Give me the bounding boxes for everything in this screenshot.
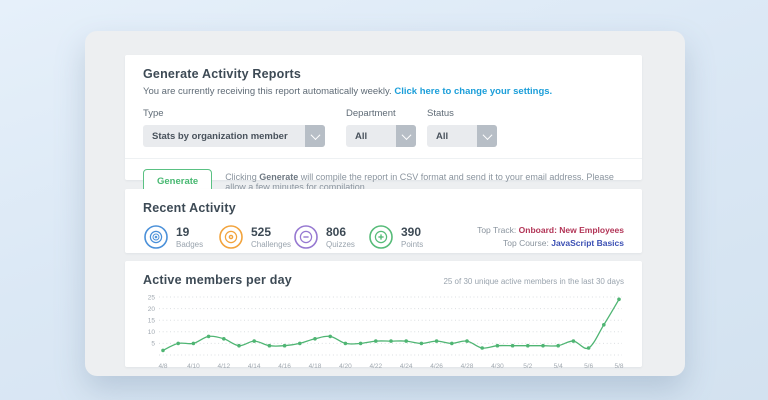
department-select[interactable]: All [346, 125, 416, 147]
type-label: Type [143, 108, 325, 119]
top-track-link[interactable]: Onboard: New Employees [519, 225, 624, 235]
report-card: Generate Activity Reports You are curren… [85, 31, 685, 376]
report-subtitle: You are currently receiving this report … [143, 86, 624, 97]
type-select-value: Stats by organization member [152, 131, 288, 142]
chart-annotation: 25 of 30 unique active members in the la… [443, 277, 624, 286]
top-track-row: Top Track: Onboard: New Employees [477, 224, 624, 237]
activity-chart: 5 10 15 20 25 4/8 4/10 4/12 4/14 4/16 4/18 4/20 4/22… [139, 291, 626, 373]
challenge-icon [218, 224, 244, 250]
stat-quizzes: 806 Quizzes [293, 224, 368, 250]
svg-text:5/8: 5/8 [614, 363, 623, 370]
badges-label: Badges [176, 240, 203, 249]
status-select-value: All [436, 131, 448, 142]
svg-text:4/28: 4/28 [461, 363, 474, 370]
active-members-panel: Active members per day 25 of 30 unique a… [125, 261, 642, 367]
points-count: 390 [401, 226, 423, 239]
svg-text:4/12: 4/12 [217, 363, 230, 370]
svg-text:4/30: 4/30 [491, 363, 504, 370]
field-department: Department All [346, 108, 416, 147]
svg-text:10: 10 [148, 329, 156, 336]
svg-text:25: 25 [148, 294, 156, 301]
points-label: Points [401, 240, 423, 249]
recent-activity-title: Recent Activity [143, 201, 624, 215]
chevron-down-icon [305, 125, 325, 147]
quizzes-label: Quizzes [326, 240, 355, 249]
field-status: Status All [427, 108, 497, 147]
report-fields: Type Stats by organization member Depart… [143, 108, 624, 147]
svg-text:5: 5 [151, 341, 155, 348]
top-course-label: Top Course: [503, 238, 549, 248]
svg-text:4/16: 4/16 [278, 363, 291, 370]
department-select-value: All [355, 131, 367, 142]
top-course-row: Top Course: JavaScript Basics [477, 237, 624, 250]
svg-text:4/8: 4/8 [158, 363, 167, 370]
recent-activity-panel: Recent Activity 19 Badges [125, 189, 642, 253]
points-icon [368, 224, 394, 250]
stats-row: 19 Badges 525 Challenges [143, 224, 624, 250]
quiz-icon [293, 224, 319, 250]
status-select[interactable]: All [427, 125, 497, 147]
panel-divider [125, 158, 642, 159]
generate-reports-title: Generate Activity Reports [143, 67, 624, 81]
badges-count: 19 [176, 226, 203, 239]
stat-challenges: 525 Challenges [218, 224, 293, 250]
type-select[interactable]: Stats by organization member [143, 125, 325, 147]
chart-title: Active members per day [143, 273, 292, 287]
challenges-label: Challenges [251, 240, 291, 249]
top-course-link[interactable]: JavaScript Basics [551, 238, 624, 248]
svg-text:4/26: 4/26 [430, 363, 443, 370]
svg-text:4/24: 4/24 [400, 363, 413, 370]
svg-text:5/6: 5/6 [584, 363, 593, 370]
department-label: Department [346, 108, 416, 119]
svg-text:15: 15 [148, 318, 156, 325]
chevron-down-icon [396, 125, 416, 147]
top-track-label: Top Track: [477, 225, 516, 235]
challenges-count: 525 [251, 226, 291, 239]
change-settings-link[interactable]: Click here to change your settings. [394, 86, 552, 97]
svg-text:20: 20 [148, 306, 156, 313]
stat-points: 390 Points [368, 224, 443, 250]
stat-badges: 19 Badges [143, 224, 218, 250]
badge-icon [143, 224, 169, 250]
top-items: Top Track: Onboard: New Employees Top Co… [477, 224, 624, 250]
field-type: Type Stats by organization member [143, 108, 325, 147]
report-subtitle-text: You are currently receiving this report … [143, 86, 392, 97]
svg-text:4/14: 4/14 [248, 363, 261, 370]
svg-text:4/10: 4/10 [187, 363, 200, 370]
chevron-down-icon [477, 125, 497, 147]
status-label: Status [427, 108, 497, 119]
generate-reports-panel: Generate Activity Reports You are curren… [125, 55, 642, 180]
svg-text:4/20: 4/20 [339, 363, 352, 370]
svg-text:4/18: 4/18 [309, 363, 322, 370]
svg-text:5/4: 5/4 [554, 363, 563, 370]
svg-text:5/2: 5/2 [523, 363, 532, 370]
svg-text:4/22: 4/22 [369, 363, 382, 370]
quizzes-count: 806 [326, 226, 355, 239]
